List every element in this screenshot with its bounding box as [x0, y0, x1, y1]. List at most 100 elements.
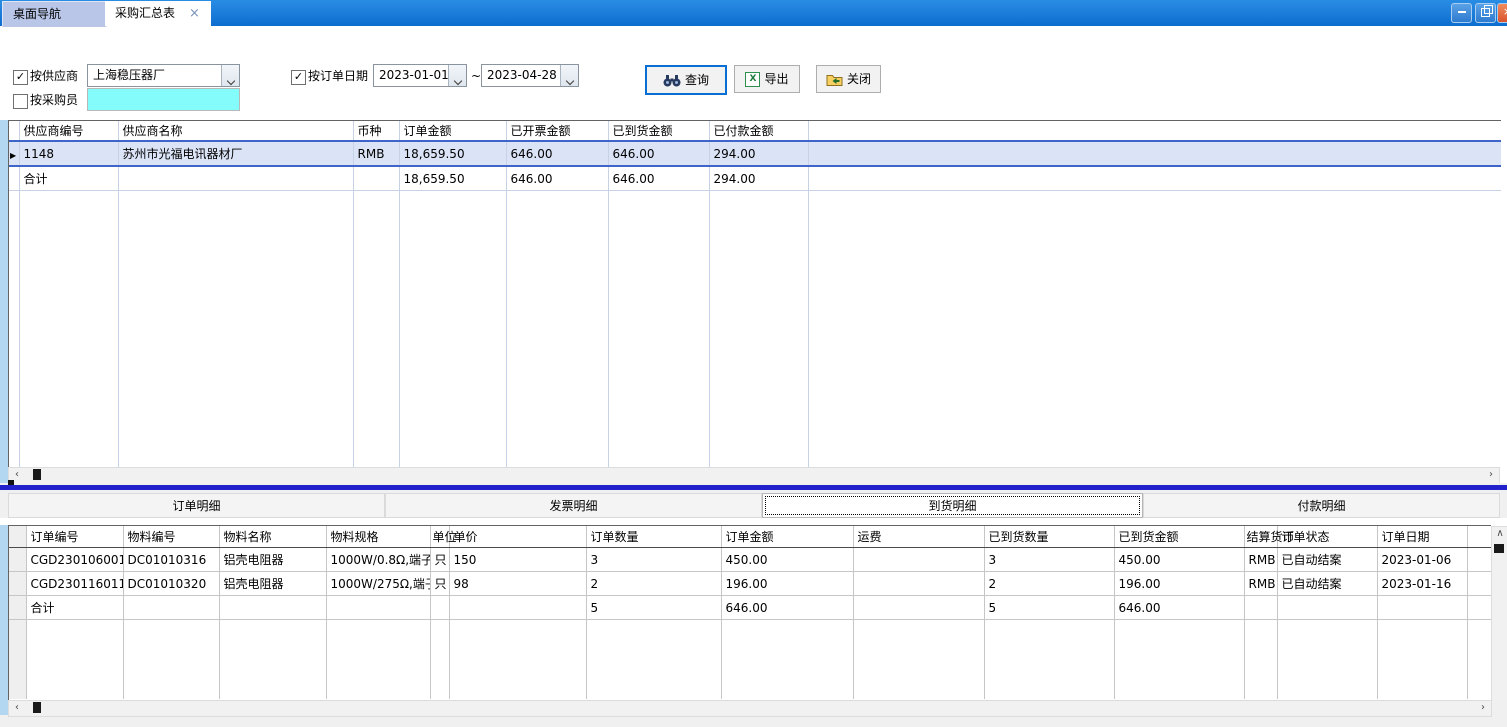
col-order-date[interactable]: 订单日期 — [1377, 526, 1467, 548]
arrival-detail-grid: 订单编号 物料编号 物料名称 物料规格 单位 单价 订单数量 订单金额 运费 已… — [8, 525, 1491, 700]
col-order-qty[interactable]: 订单数量 — [586, 526, 721, 548]
splitter[interactable] — [0, 483, 1507, 493]
col-material-code[interactable]: 物料编号 — [123, 526, 219, 548]
tab-desktop-navigation[interactable]: 桌面导航 — [2, 1, 107, 27]
cell-material-spec[interactable]: 1000W/0.8Ω,端子式 — [326, 548, 430, 572]
cell-arrived-qty[interactable]: 3 — [984, 548, 1114, 572]
checkbox-by-buyer[interactable] — [13, 94, 28, 109]
cell-material-name[interactable]: 铝壳电阻器 — [219, 572, 326, 596]
cell-supplier-name[interactable]: 苏州市光福电讯器材厂 — [118, 141, 353, 166]
date-to-select[interactable]: 2023-04-28 — [481, 64, 579, 87]
cell-arrived-qty[interactable]: 2 — [984, 572, 1114, 596]
cell-order-status[interactable]: 已自动结案 — [1277, 548, 1377, 572]
col-invoiced-amount[interactable]: 已开票金额 — [506, 121, 608, 141]
dropdown-arrow-icon[interactable] — [560, 65, 578, 86]
restore-button[interactable] — [1475, 3, 1496, 23]
detail-row[interactable]: CGD230106001 DC01010316 铝壳电阻器 1000W/0.8Ω… — [9, 548, 1491, 572]
scroll-left-icon[interactable]: ‹ — [9, 701, 25, 716]
col-settle-currency[interactable]: 结算货币 — [1244, 526, 1277, 548]
col-unit-price[interactable]: 单价 — [449, 526, 586, 548]
cell-supplier-code[interactable]: 1148 — [19, 141, 118, 166]
detail-hscroll-thumb[interactable] — [33, 702, 41, 713]
col-currency[interactable]: 币种 — [353, 121, 399, 141]
scroll-up-icon[interactable]: ∧ — [1492, 527, 1507, 542]
cell-arrived-amount[interactable]: 646.00 — [608, 141, 709, 166]
col-arrived-qty[interactable]: 已到货数量 — [984, 526, 1114, 548]
date-from-value: 2023-01-01 — [379, 65, 449, 86]
dropdown-arrow-icon[interactable] — [448, 65, 466, 86]
detail-tab-order[interactable]: 订单明细 — [8, 493, 385, 518]
cell-material-name[interactable]: 铝壳电阻器 — [219, 548, 326, 572]
checkbox-by-order-date[interactable]: ✓ — [291, 70, 306, 85]
detail-vscroll-thumb[interactable] — [1494, 544, 1504, 553]
col-order-amount[interactable]: 订单金额 — [399, 121, 506, 141]
cell-order-qty[interactable]: 2 — [586, 572, 721, 596]
total-invoiced-amount: 646.00 — [506, 166, 608, 191]
row-selector-cell[interactable]: ▶ — [9, 141, 19, 166]
cell-order-no[interactable]: CGD230106001 — [26, 548, 123, 572]
cell-order-status[interactable]: 已自动结案 — [1277, 572, 1377, 596]
date-from-select[interactable]: 2023-01-01 — [373, 64, 467, 87]
close-report-button[interactable]: 关闭 — [816, 65, 881, 93]
row-selector-cell[interactable] — [9, 548, 26, 572]
cell-order-no[interactable]: CGD230116011 — [26, 572, 123, 596]
col-freight[interactable]: 运费 — [853, 526, 984, 548]
cell-material-code[interactable]: DC01010320 — [123, 572, 219, 596]
cell-unit-price[interactable]: 150 — [449, 548, 586, 572]
detail-tab-label: 付款明细 — [1297, 499, 1345, 513]
cell-freight[interactable] — [853, 548, 984, 572]
detail-hscrollbar[interactable]: ‹ › — [8, 700, 1492, 717]
scroll-right-icon[interactable]: › — [1483, 468, 1499, 483]
cell-invoiced-amount[interactable]: 646.00 — [506, 141, 608, 166]
cell-order-date[interactable]: 2023-01-16 — [1377, 572, 1467, 596]
cell-currency[interactable]: RMB — [353, 141, 399, 166]
export-button[interactable]: X 导出 — [734, 65, 800, 93]
col-arrived-amount[interactable]: 已到货金额 — [608, 121, 709, 141]
summary-hscroll-thumb[interactable] — [33, 469, 41, 480]
cell-order-amount[interactable]: 18,659.50 — [399, 141, 506, 166]
col-order-amount[interactable]: 订单金额 — [721, 526, 853, 548]
buyer-input[interactable] — [87, 88, 240, 111]
supplier-select[interactable]: 上海稳压器厂 — [87, 64, 240, 87]
detail-tab-arrival[interactable]: 到货明细 — [762, 493, 1143, 518]
col-supplier-code[interactable]: 供应商编号 — [19, 121, 118, 141]
cell-arrived-amount[interactable]: 196.00 — [1114, 572, 1244, 596]
minimize-button[interactable] — [1451, 3, 1472, 23]
col-order-status[interactable]: 订单状态 — [1277, 526, 1377, 548]
query-button[interactable]: 查询 — [645, 65, 727, 95]
cell-paid-amount[interactable]: 294.00 — [709, 141, 808, 166]
scroll-right-icon[interactable]: › — [1475, 701, 1491, 716]
cell-settle-currency[interactable]: RMB — [1244, 548, 1277, 572]
col-material-name[interactable]: 物料名称 — [219, 526, 326, 548]
detail-vscrollbar[interactable]: ∧ — [1491, 526, 1507, 701]
col-unit[interactable]: 单位 — [430, 526, 449, 548]
close-window-button[interactable]: × — [1497, 3, 1507, 23]
cell-material-code[interactable]: DC01010316 — [123, 548, 219, 572]
detail-tab-payment[interactable]: 付款明细 — [1143, 493, 1500, 518]
detail-row[interactable]: CGD230116011 DC01010320 铝壳电阻器 1000W/275Ω… — [9, 572, 1491, 596]
col-paid-amount[interactable]: 已付款金额 — [709, 121, 808, 141]
row-selector-cell[interactable] — [9, 572, 26, 596]
cell-order-qty[interactable]: 3 — [586, 548, 721, 572]
col-material-spec[interactable]: 物料规格 — [326, 526, 430, 548]
cell-unit[interactable]: 只 — [430, 548, 449, 572]
col-order-no[interactable]: 订单编号 — [26, 526, 123, 548]
cell-material-spec[interactable]: 1000W/275Ω,端子式 — [326, 572, 430, 596]
tab-purchase-summary[interactable]: 采购汇总表× — [105, 1, 211, 26]
cell-arrived-amount[interactable]: 450.00 — [1114, 548, 1244, 572]
cell-unit[interactable]: 只 — [430, 572, 449, 596]
summary-hscrollbar[interactable]: ‹ › — [8, 467, 1500, 484]
cell-order-amount[interactable]: 196.00 — [721, 572, 853, 596]
cell-unit-price[interactable]: 98 — [449, 572, 586, 596]
dropdown-arrow-icon[interactable] — [221, 65, 239, 86]
checkbox-by-supplier[interactable]: ✓ — [13, 70, 28, 85]
summary-row[interactable]: ▶ 1148 苏州市光福电讯器材厂 RMB 18,659.50 646.00 6… — [9, 141, 1501, 166]
col-supplier-name[interactable]: 供应商名称 — [118, 121, 353, 141]
cell-settle-currency[interactable]: RMB — [1244, 572, 1277, 596]
cell-order-amount[interactable]: 450.00 — [721, 548, 853, 572]
cell-order-date[interactable]: 2023-01-06 — [1377, 548, 1467, 572]
cell-freight[interactable] — [853, 572, 984, 596]
tab-close-icon[interactable]: × — [189, 6, 200, 21]
detail-tab-invoice[interactable]: 发票明细 — [385, 493, 762, 518]
col-arrived-amount[interactable]: 已到货金额 — [1114, 526, 1244, 548]
